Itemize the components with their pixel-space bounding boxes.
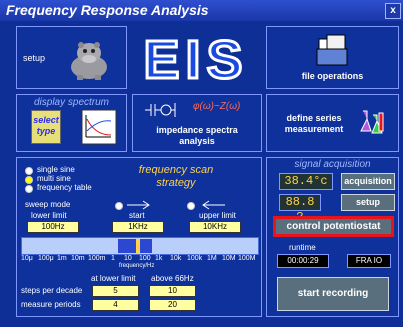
display-spectrum-panel: display spectrum select type [16,94,127,152]
setup-label: setup [23,53,46,63]
multi-sine-radio[interactable] [25,176,33,184]
frequency-table-radio[interactable] [25,185,33,193]
tick-label: 10 [124,255,132,262]
tick-label: 100k [187,255,203,262]
impedance-analysis-button[interactable]: φ(ω)~Z(ω) impedance spectra analysis [132,94,262,152]
frequency-range-fill [118,239,152,253]
eis-logo-text: EIS [143,30,248,88]
window-title: Frequency Response Analysis [6,2,209,18]
tick-label: 10M [222,255,236,262]
tick-label: 1 [111,255,115,262]
setup-acq-button[interactable]: setup [341,194,395,211]
steps-above-field[interactable]: 10 [149,285,196,297]
upper-limit-label: upper limit [199,211,236,220]
fra-window: Frequency Response Analysis x setup EIS … [0,0,403,327]
signal-acquisition-title: signal acquisition [294,159,371,170]
multi-sine-label: multi sine [37,174,71,183]
select-type-button[interactable]: select type [31,110,61,144]
arrow-left-icon [202,200,225,210]
impedance-formula: φ(ω)~Z(ω) [193,101,241,112]
control-potentiostat-button[interactable]: control potentiostat [273,216,394,237]
lower-limit-label: lower limit [31,211,67,220]
fra-io-button[interactable]: FRA IO [347,254,391,268]
start-label: start [129,211,145,220]
select-type-label: select type [33,115,59,136]
arrow-right-icon [127,200,150,210]
start-recording-button[interactable]: start recording [277,277,389,311]
runtime-label: runtime [289,243,316,252]
runtime-display: 00:00:29 [277,254,329,268]
frequency-start-marker [136,239,140,253]
display-spectrum-title: display spectrum [33,97,110,108]
file-operations-button[interactable]: file operations [266,26,399,89]
setup-panel[interactable]: setup [16,26,127,89]
sweep-down-radio[interactable] [187,202,195,210]
at-lower-limit-label: at lower limit [91,274,136,283]
hippo-icon [71,42,107,80]
flask-icon [360,110,384,134]
title-bar: Frequency Response Analysis x [0,0,403,21]
tick-label: 100M [238,255,256,262]
steps-lower-field[interactable]: 5 [92,285,139,297]
periods-above-field[interactable]: 20 [149,299,196,311]
file-operations-label: file operations [301,71,364,81]
signal-acquisition-panel: signal acquisition 38.4°c acquisition 88… [266,157,399,317]
temperature-display: 38.4°c [279,173,333,190]
axis-unit-label: frequency/Hz [119,263,155,269]
file-folder-icon [316,34,348,66]
tick-label: 100 [139,255,151,262]
eis-logo: EIS [132,28,260,92]
tick-label: 1k [155,255,163,262]
single-sine-radio[interactable] [25,167,33,175]
close-button[interactable]: x [385,3,401,19]
steps-per-decade-label: steps per decade [21,286,83,295]
tick-label: 100μ [38,255,54,262]
tick-label: 10m [71,255,85,262]
tick-label: 10k [170,255,182,262]
above-frequency-label: above 66Hz [151,274,194,283]
tick-label: 1M [207,255,217,262]
spectrum-plot-icon[interactable] [81,109,117,145]
frequency-range-bar[interactable] [21,237,259,255]
single-sine-label: single sine [37,165,75,174]
upper-limit-field[interactable]: 10KHz [189,221,241,233]
define-series-button[interactable]: define series measurement [266,94,399,152]
scan-strategy-title: frequency scan strategy [138,164,214,189]
sweep-up-radio[interactable] [115,202,123,210]
start-field[interactable]: 1KHz [112,221,164,233]
tick-label: 1m [57,255,67,262]
define-series-label: define series measurement [284,113,344,134]
measure-periods-label: measure periods [21,300,81,309]
frequency-table-label: frequency table [37,183,92,192]
tick-label: 10μ [21,255,33,262]
status-display: 88.8 ? [279,194,321,224]
scan-strategy-panel: single sine multi sine frequency table f… [16,157,262,317]
impedance-label: impedance spectra analysis [156,125,238,146]
periods-lower-field[interactable]: 4 [92,299,139,311]
acquisition-button[interactable]: acquisition [341,173,395,190]
sweep-mode-label: sweep mode [25,200,71,209]
circuit-icon [145,103,176,117]
lower-limit-field[interactable]: 100Hz [27,221,79,233]
control-potentiostat-label: control potentiostat [286,221,381,232]
tick-label: 100m [88,255,106,262]
